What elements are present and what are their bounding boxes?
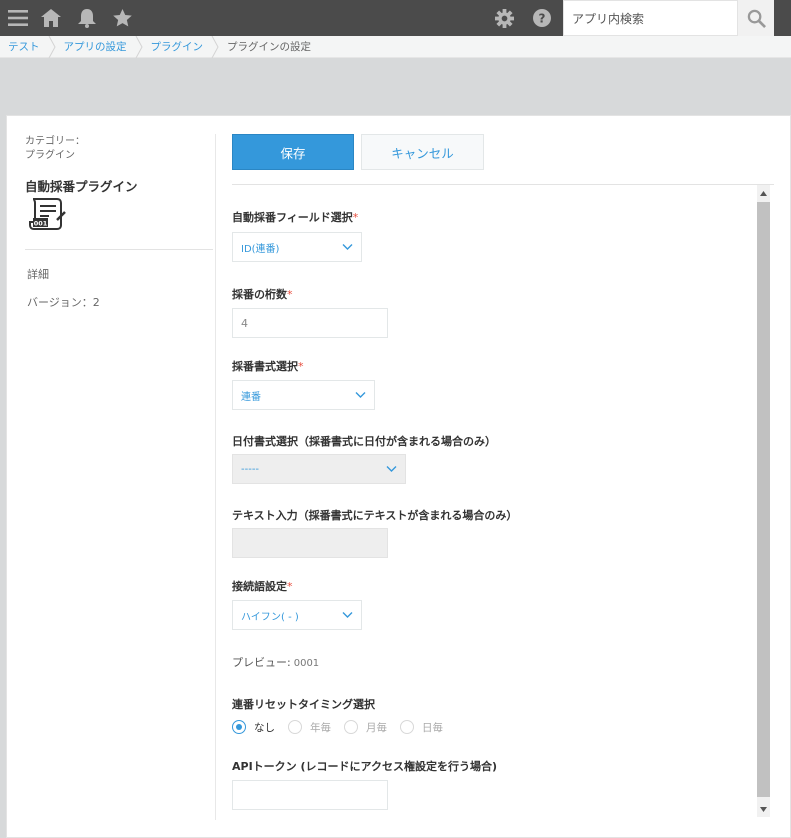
- plugin-category: カテゴリー： プラグイン: [25, 135, 85, 163]
- radio-label: 日毎: [422, 721, 443, 734]
- breadcrumb-item-app[interactable]: テスト: [0, 36, 48, 58]
- required-mark: *: [298, 360, 304, 373]
- plugin-version: バージョン：2: [27, 296, 100, 309]
- chevron-down-icon: [355, 392, 366, 398]
- category-label: カテゴリー：: [25, 136, 85, 147]
- breadcrumb-separator: [48, 35, 56, 58]
- plugin-icon: 001: [27, 196, 67, 232]
- format-select-dropdown[interactable]: 連番: [232, 380, 375, 410]
- chevron-down-icon: [342, 612, 353, 618]
- chevron-down-icon: [342, 244, 353, 250]
- preview-value: 0001: [293, 658, 320, 669]
- radio-button[interactable]: [232, 720, 246, 734]
- star-icon[interactable]: [104, 0, 140, 36]
- digits-label-text: 採番の桁数: [232, 288, 287, 301]
- column-divider: [215, 134, 216, 820]
- cancel-button[interactable]: キャンセル: [361, 134, 484, 170]
- bell-icon[interactable]: [69, 0, 105, 36]
- home-icon[interactable]: [33, 0, 69, 36]
- search-icon: [747, 9, 766, 28]
- preview: プレビュー: 0001: [232, 654, 319, 670]
- category-value: プラグイン: [25, 150, 75, 161]
- reset-timing-label: 連番リセットタイミング選択: [232, 698, 375, 711]
- radio-label: なし: [254, 721, 275, 734]
- plugin-settings-card: カテゴリー： プラグイン 自動採番プラグイン 001 詳細 バージョン：2 保存…: [6, 115, 791, 838]
- sidebar-divider: [25, 249, 213, 250]
- connector-value: ハイフン( - ): [241, 611, 299, 623]
- connector-label-text: 接続語設定: [232, 580, 287, 593]
- plugin-name: 自動採番プラグイン: [25, 179, 138, 194]
- format-select-label: 採番書式選択*: [232, 358, 304, 374]
- form-scrollbar[interactable]: [757, 185, 770, 817]
- digits-input[interactable]: 4: [232, 308, 388, 338]
- svg-text:?: ?: [539, 12, 546, 26]
- radio-monthly[interactable]: 月毎: [344, 720, 387, 735]
- help-icon[interactable]: ?: [524, 0, 560, 36]
- field-select-label-text: 自動採番フィールド選択: [232, 211, 353, 224]
- scroll-down-arrow-icon[interactable]: [757, 801, 770, 817]
- breadcrumb-separator: [135, 35, 143, 58]
- required-mark: *: [287, 288, 293, 301]
- breadcrumb-separator: [211, 35, 219, 58]
- required-mark: *: [352, 211, 359, 224]
- search-input[interactable]: アプリ内検索: [563, 0, 738, 36]
- breadcrumb-item-current: プラグインの設定: [227, 41, 311, 53]
- global-header: ? アプリ内検索: [0, 0, 791, 36]
- text-input-label: テキスト入力（採番書式にテキストが含まれる場合のみ）: [232, 509, 518, 522]
- digits-label: 採番の桁数*: [232, 286, 293, 302]
- radio-button[interactable]: [344, 720, 358, 734]
- date-format-dropdown[interactable]: -----: [232, 454, 406, 484]
- breadcrumb: テスト アプリの設定 プラグイン プラグインの設定: [0, 35, 791, 58]
- scrollbar-thumb[interactable]: [757, 202, 770, 797]
- save-button[interactable]: 保存: [232, 134, 354, 170]
- connector-dropdown[interactable]: ハイフン( - ): [232, 600, 362, 630]
- chevron-down-icon: [386, 466, 397, 472]
- preview-label: プレビュー:: [232, 656, 291, 669]
- api-token-label: APIトークン (レコードにアクセス権設定を行う場合): [232, 760, 498, 773]
- reset-timing-radio-group: なし 年毎 月毎 日毎: [232, 719, 456, 735]
- field-select-dropdown[interactable]: ID(連番): [232, 232, 362, 262]
- actions-divider: [232, 184, 774, 185]
- plugin-detail-link[interactable]: 詳細: [27, 266, 49, 282]
- svg-text:001: 001: [34, 220, 48, 228]
- required-mark: *: [287, 580, 293, 593]
- breadcrumb-item-app-settings[interactable]: アプリの設定: [56, 36, 135, 58]
- radio-label: 月毎: [366, 721, 387, 734]
- radio-none[interactable]: なし: [232, 720, 275, 735]
- connector-label: 接続語設定*: [232, 578, 293, 594]
- radio-button[interactable]: [400, 720, 414, 734]
- radio-label: 年毎: [310, 721, 331, 734]
- radio-button[interactable]: [288, 720, 302, 734]
- api-token-input[interactable]: [232, 780, 388, 810]
- date-format-label: 日付書式選択（採番書式に日付が含まれる場合のみ）: [232, 435, 496, 448]
- field-select-value: ID(連番): [241, 243, 280, 255]
- search-button[interactable]: [738, 0, 774, 36]
- gear-icon[interactable]: [486, 0, 522, 36]
- menu-icon[interactable]: [0, 0, 36, 36]
- date-format-value: -----: [241, 463, 260, 475]
- field-select-label: 自動採番フィールド選択*: [232, 209, 358, 225]
- breadcrumb-item-plugins[interactable]: プラグイン: [143, 36, 212, 58]
- radio-yearly[interactable]: 年毎: [288, 720, 331, 735]
- format-select-label-text: 採番書式選択: [232, 360, 298, 373]
- text-input-field[interactable]: [232, 528, 388, 558]
- scroll-up-arrow-icon[interactable]: [757, 185, 770, 201]
- radio-daily[interactable]: 日毎: [400, 720, 443, 735]
- format-select-value: 連番: [241, 391, 261, 403]
